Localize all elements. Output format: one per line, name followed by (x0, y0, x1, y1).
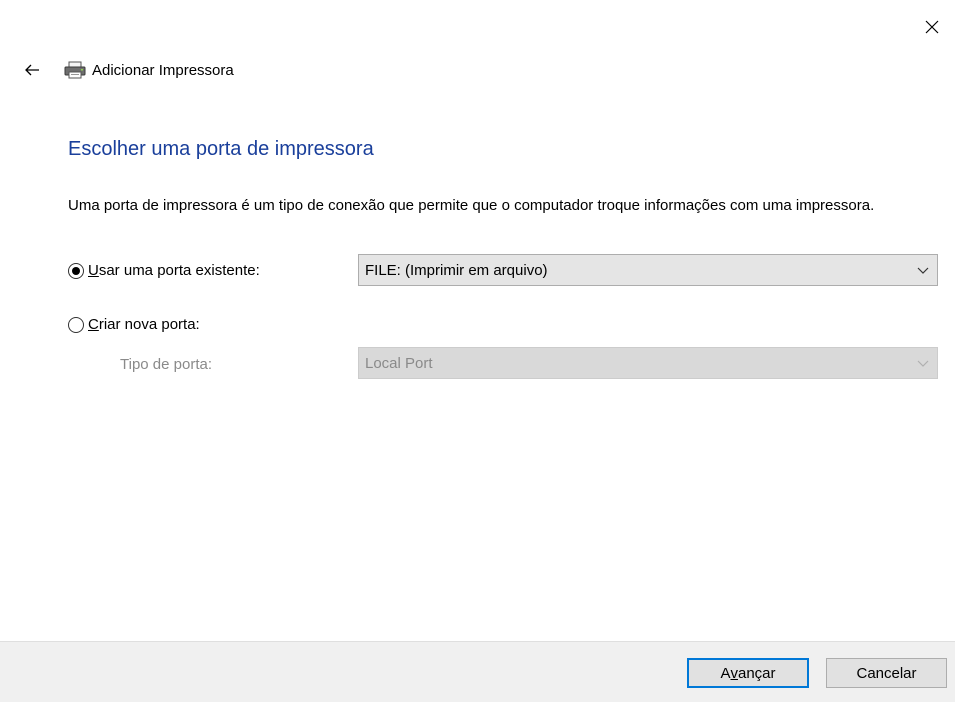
page-heading: Escolher uma porta de impressora (68, 138, 374, 160)
close-button[interactable] (909, 12, 955, 42)
back-button[interactable] (18, 58, 46, 82)
port-type-dropdown[interactable]: Local Port (358, 347, 938, 379)
page-description: Uma porta de impressora é um tipo de con… (68, 197, 875, 214)
create-new-port-label: Criar nova porta: (88, 316, 200, 333)
close-icon (925, 20, 939, 34)
window-title: Adicionar Impressora (92, 61, 234, 79)
chevron-down-icon (917, 360, 929, 367)
dialog-footer: Av ançar Cancelar (0, 641, 955, 702)
existing-port-value: FILE: (Imprimir em arquivo) (365, 261, 548, 279)
create-new-port-radio[interactable] (68, 316, 84, 333)
cancel-button[interactable]: Cancelar (826, 658, 947, 688)
printer-icon (64, 60, 86, 80)
port-type-label: Tipo de porta: (120, 356, 212, 373)
create-new-port-option[interactable]: Criar nova porta: (68, 316, 200, 333)
existing-port-dropdown[interactable]: FILE: (Imprimir em arquivo) (358, 254, 938, 286)
use-existing-port-option[interactable]: Usar uma porta existente: (68, 262, 260, 279)
chevron-down-icon (917, 267, 929, 274)
arrow-left-icon (25, 64, 39, 76)
use-existing-port-label: Usar uma porta existente: (88, 262, 260, 279)
next-button[interactable]: Av ançar (687, 658, 809, 688)
use-existing-port-radio[interactable] (68, 262, 84, 279)
port-type-value: Local Port (365, 354, 433, 372)
navigation-bar: Adicionar Impressora (18, 58, 234, 82)
